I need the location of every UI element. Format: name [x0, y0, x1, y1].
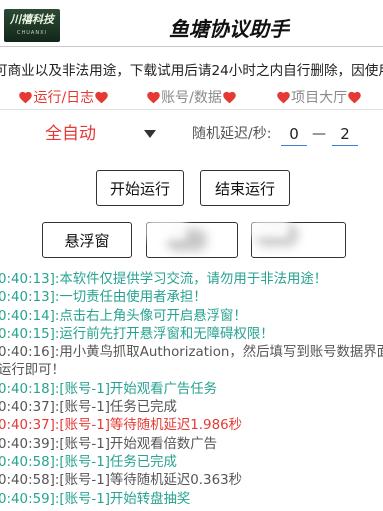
- mode-dropdown[interactable]: 全自动: [30, 119, 166, 149]
- log-line: 0:40:14]:点击右上角头像可开启悬浮窗！: [0, 308, 247, 324]
- log-line: 0:40:13]:一切责任由使用者承担！: [0, 290, 207, 306]
- log-line: 运行即可！: [0, 363, 65, 379]
- tab-label: 账号/数据: [161, 89, 222, 106]
- heart-icon: [222, 90, 237, 105]
- log-line: 0:40:15]:运行前先打开悬浮窗和无障碍权限！: [0, 326, 274, 342]
- brand-logo: 川禧科技 CHUANXI: [4, 9, 60, 42]
- log-line: 0:40:58]:[账号-1]等待随机延迟0.363秒: [0, 473, 243, 489]
- log-line: 0:40:16]:用小黄鸟抓取Authorization，然后填写到账号数据界面: [0, 345, 383, 361]
- log-panel: 0:40:13]:本软件仅提供学习交流，请勿用于非法用途！ 0:40:13]:一切…: [0, 271, 383, 511]
- log-line: 0:40:59]:[账号-1]开始转盘抽奖: [0, 491, 191, 507]
- log-line: 0:40:18]:[账号-1]开始观看广告任务: [0, 381, 218, 397]
- notice-marquee: 可商业以及非法用途，下载试用后请24小时之内自行删除，因使用: [0, 63, 383, 79]
- tab-run-log[interactable]: 运行/日志: [0, 86, 128, 109]
- logo-subtext: CHUANXI: [17, 30, 47, 36]
- heart-icon: [347, 90, 362, 105]
- delay-max-input[interactable]: [332, 122, 358, 146]
- heart-icon: [18, 90, 33, 105]
- heart-icon: [276, 90, 291, 105]
- delay-range-separator: —: [312, 126, 326, 142]
- log-line: 0:40:39]:[账号-1]开始观看倍数广告: [0, 436, 218, 452]
- tab-label: 运行/日志: [33, 89, 95, 106]
- heart-icon: [94, 90, 109, 105]
- heart-icon: [146, 90, 161, 105]
- blur-overlay: [251, 220, 289, 238]
- page-title: 鱼塘协议助手: [169, 17, 289, 41]
- delay-min-input[interactable]: [281, 122, 307, 146]
- start-run-button[interactable]: 开始运行: [96, 170, 184, 206]
- blur-overlay: [146, 220, 186, 240]
- tab-project-hall[interactable]: 项目大厅: [255, 86, 383, 109]
- app-header: 川禧科技 CHUANXI 鱼塘协议助手: [0, 0, 383, 47]
- mode-selected-value: 全自动: [45, 124, 96, 144]
- logo-text: 川禧科技: [10, 13, 54, 26]
- chevron-down-icon: [144, 130, 156, 138]
- log-line: 0:40:37]:[账号-1]等待随机延迟1.986秒: [0, 418, 243, 434]
- random-delay-label: 随机延迟/秒:: [192, 126, 272, 142]
- tab-label: 项目大厅: [291, 89, 348, 106]
- log-line: 0:40:13]:本软件仅提供学习交流，请勿用于非法用途！: [0, 272, 328, 287]
- tab-bar: 运行/日志 账号/数据 项目大厅: [0, 86, 383, 110]
- floating-window-button[interactable]: 悬浮窗: [42, 222, 132, 258]
- tab-account-data[interactable]: 账号/数据: [128, 86, 256, 109]
- stop-run-button[interactable]: 结束运行: [200, 170, 290, 206]
- log-line: 0:40:58]:[账号-1]任务已完成: [0, 454, 177, 470]
- log-line: 0:40:37]:[账号-1]任务已完成: [0, 400, 177, 416]
